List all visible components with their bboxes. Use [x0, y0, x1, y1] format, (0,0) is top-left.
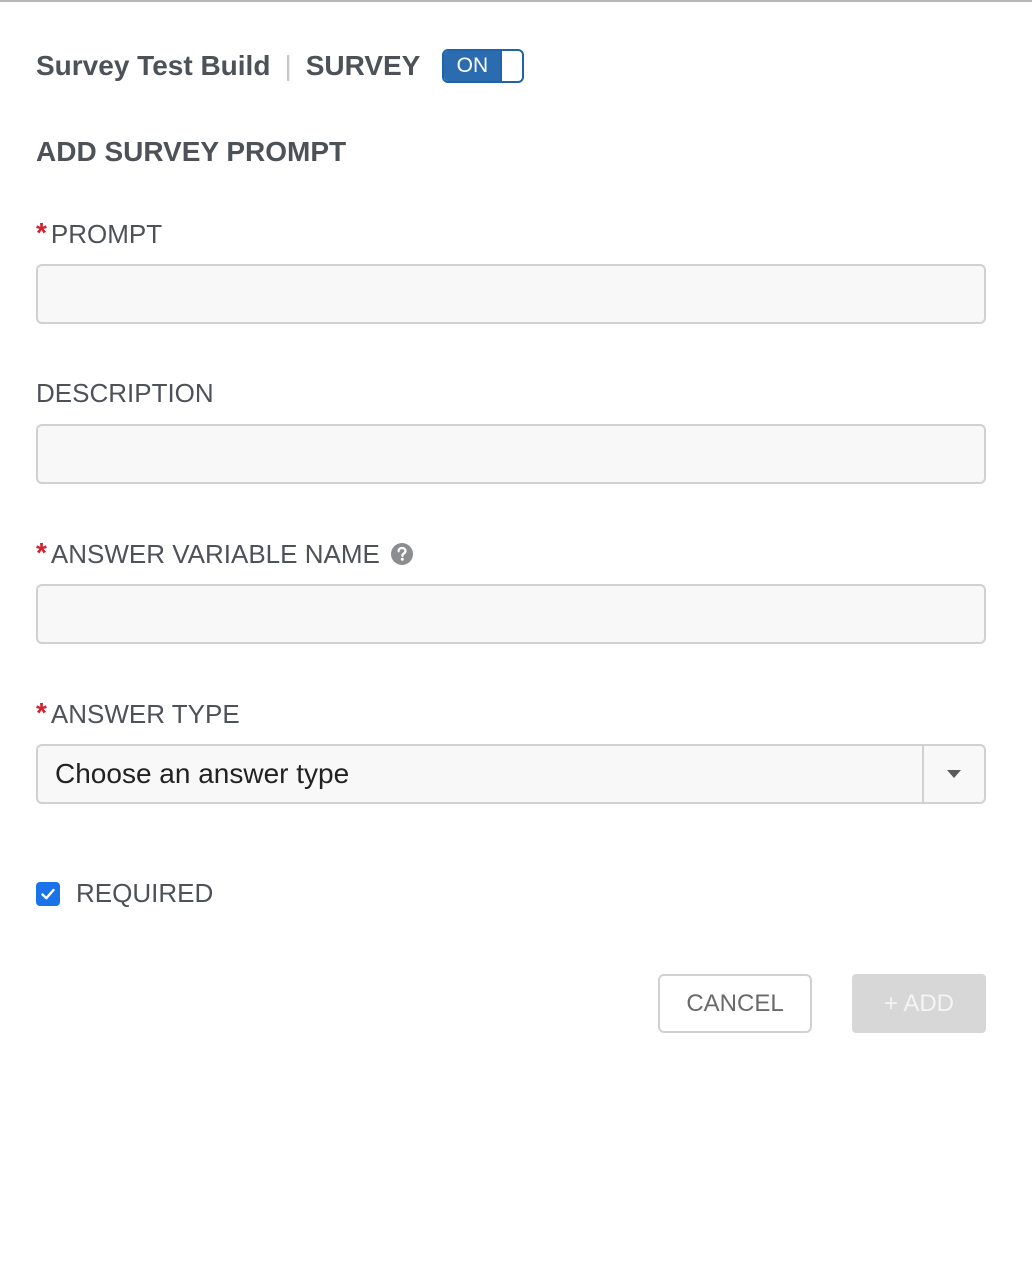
help-icon[interactable] — [390, 542, 414, 566]
description-input[interactable] — [36, 424, 986, 484]
answer-variable-name-label-text: ANSWER VARIABLE NAME — [50, 538, 380, 569]
required-checkbox-label: REQUIRED — [76, 878, 214, 908]
required-asterisk: * — [36, 537, 47, 568]
required-checkbox-row: REQUIRED — [36, 878, 213, 909]
description-label: DESCRIPTION — [36, 378, 214, 409]
answer-type-label-text: ANSWER TYPE — [50, 698, 240, 729]
required-asterisk: * — [36, 697, 47, 728]
caret-down-icon — [947, 770, 961, 778]
answer-variable-name-input[interactable] — [36, 584, 986, 644]
survey-toggle[interactable]: ON — [442, 49, 525, 83]
checkmark-icon — [41, 888, 55, 899]
answer-type-label: * ANSWER TYPE — [36, 697, 240, 730]
title-divider: | — [284, 50, 292, 81]
add-button[interactable]: + ADD — [852, 974, 986, 1033]
prompt-label-text: PROMPT — [50, 218, 163, 249]
dropdown-toggle[interactable] — [922, 746, 984, 802]
toggle-on-label: ON — [444, 51, 503, 81]
header: Survey Test Build | SURVEY ON — [36, 46, 525, 86]
prompt-input[interactable] — [36, 264, 986, 324]
required-asterisk: * — [36, 217, 47, 248]
prompt-label: * PROMPT — [36, 217, 163, 250]
section-title: ADD SURVEY PROMPT — [36, 136, 347, 167]
cancel-button[interactable]: CANCEL — [658, 974, 812, 1033]
answer-type-selected-value: Choose an answer type — [55, 758, 350, 789]
answer-variable-name-label: * ANSWER VARIABLE NAME — [36, 537, 414, 570]
description-label-text: DESCRIPTION — [36, 378, 214, 408]
job-template-title: Survey Test Build — [36, 50, 271, 81]
answer-type-select[interactable]: Choose an answer type — [36, 744, 986, 804]
required-checkbox[interactable] — [36, 881, 60, 906]
survey-label: SURVEY — [305, 50, 421, 81]
